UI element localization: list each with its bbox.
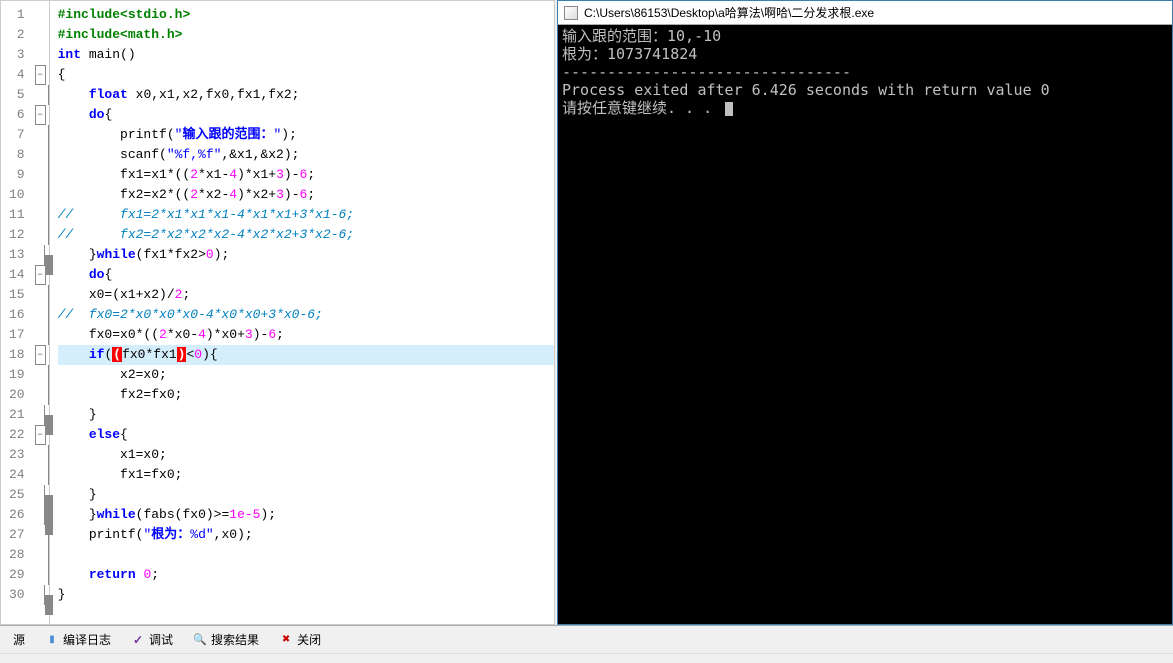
code-line[interactable]: fx2=fx0;: [58, 385, 554, 405]
tab-debug[interactable]: 调试: [122, 627, 182, 652]
tab-compile-log[interactable]: 编译日志: [36, 627, 120, 652]
line-numbers: 1234567891011121314151617181920212223242…: [1, 1, 31, 624]
code-area[interactable]: #include<stdio.h>#include<math.h>int mai…: [50, 1, 554, 624]
fold-toggle[interactable]: −: [35, 345, 46, 365]
code-line[interactable]: }while(fabs(fx0)>=1e-5);: [58, 505, 554, 525]
search-icon: [193, 633, 207, 647]
code-line[interactable]: x1=x0;: [58, 445, 554, 465]
tab-close[interactable]: 关闭: [270, 627, 330, 652]
console-titlebar[interactable]: C:\Users\86153\Desktop\a哈算法\啊哈\二分发求根.exe: [558, 1, 1172, 25]
code-line[interactable]: {: [58, 65, 554, 85]
tab-search-results[interactable]: 搜索结果: [184, 627, 268, 652]
console-line: 根为：1073741824: [562, 45, 1168, 63]
code-line[interactable]: do{: [58, 105, 554, 125]
code-line[interactable]: // fx1=2*x1*x1*x1-4*x1*x1+3*x1-6;: [58, 205, 554, 225]
code-line[interactable]: scanf("%f,%f",&x1,&x2);: [58, 145, 554, 165]
code-line[interactable]: x2=x0;: [58, 365, 554, 385]
code-line[interactable]: #include<stdio.h>: [58, 5, 554, 25]
code-line[interactable]: // fx0=2*x0*x0*x0-4*x0*x0+3*x0-6;: [58, 305, 554, 325]
code-line[interactable]: #include<math.h>: [58, 25, 554, 45]
code-line[interactable]: fx1=fx0;: [58, 465, 554, 485]
fold-column: − − − − −: [31, 1, 49, 624]
code-line[interactable]: int main(): [58, 45, 554, 65]
code-line[interactable]: }: [58, 585, 554, 605]
console-panel: C:\Users\86153\Desktop\a哈算法\啊哈\二分发求根.exe…: [557, 0, 1173, 625]
tab-resource[interactable]: 源: [4, 627, 34, 652]
chart-icon: [45, 633, 59, 647]
code-line[interactable]: [58, 545, 554, 565]
console-line: 请按任意键继续. . .: [562, 99, 1168, 117]
code-line[interactable]: do{: [58, 265, 554, 285]
code-line[interactable]: printf("根为：%d",x0);: [58, 525, 554, 545]
code-line[interactable]: }: [58, 485, 554, 505]
code-line[interactable]: return 0;: [58, 565, 554, 585]
console-output[interactable]: 输入跟的范围：10,-10根为：1073741824--------------…: [558, 25, 1172, 624]
code-line[interactable]: fx1=x1*((2*x1-4)*x1+3)-6;: [58, 165, 554, 185]
code-line[interactable]: x0=(x1+x2)/2;: [58, 285, 554, 305]
code-line[interactable]: float x0,x1,x2,fx0,fx1,fx2;: [58, 85, 554, 105]
status-bar: [0, 653, 1173, 663]
console-title-text: C:\Users\86153\Desktop\a哈算法\啊哈\二分发求根.exe: [584, 4, 874, 21]
code-editor-panel: 1234567891011121314151617181920212223242…: [0, 0, 555, 625]
code-line[interactable]: // fx2=2*x2*x2*x2-4*x2*x2+3*x2-6;: [58, 225, 554, 245]
console-line: 输入跟的范围：10,-10: [562, 27, 1168, 45]
close-icon: [279, 633, 293, 647]
console-line: --------------------------------: [562, 63, 1168, 81]
fold-toggle[interactable]: −: [35, 105, 46, 125]
code-line[interactable]: fx2=x2*((2*x2-4)*x2+3)-6;: [58, 185, 554, 205]
bottom-tabs: 源 编译日志 调试 搜索结果 关闭: [0, 625, 1173, 653]
code-line[interactable]: }while(fx1*fx2>0);: [58, 245, 554, 265]
code-line[interactable]: printf("输入跟的范围：");: [58, 125, 554, 145]
fold-toggle[interactable]: −: [35, 425, 46, 445]
editor-gutter: 1234567891011121314151617181920212223242…: [1, 1, 50, 624]
code-line[interactable]: else{: [58, 425, 554, 445]
code-line[interactable]: fx0=x0*((2*x0-4)*x0+3)-6;: [58, 325, 554, 345]
fold-toggle[interactable]: −: [35, 265, 46, 285]
code-line[interactable]: }: [58, 405, 554, 425]
check-icon: [131, 633, 145, 647]
console-line: Process exited after 6.426 seconds with …: [562, 81, 1168, 99]
code-line[interactable]: if((fx0*fx1)<0){: [58, 345, 554, 365]
fold-toggle[interactable]: −: [35, 65, 46, 85]
console-cursor: [725, 102, 733, 116]
console-app-icon: [564, 6, 578, 20]
